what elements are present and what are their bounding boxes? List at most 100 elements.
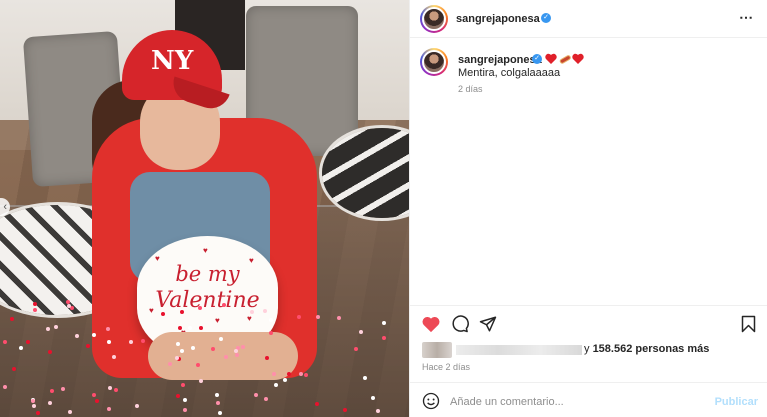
publish-button[interactable]: Publicar	[715, 396, 758, 408]
confetti-piece	[75, 334, 79, 338]
cake-heart-decoration: ♥	[203, 246, 208, 255]
confetti-piece	[359, 330, 363, 334]
confetti-piece	[241, 345, 245, 349]
confetti-piece	[337, 316, 341, 320]
likes-suffix: personas más	[635, 343, 710, 355]
caption-username[interactable]: sangrejaponesa	[458, 54, 542, 66]
author-username[interactable]: sangrejaponesa	[456, 13, 540, 25]
confetti-piece	[219, 337, 223, 341]
comment-input[interactable]	[450, 396, 710, 408]
confetti-piece	[67, 304, 71, 308]
confetti-piece	[3, 385, 7, 389]
confetti-piece	[272, 372, 276, 376]
confetti-piece	[382, 321, 386, 325]
cake-text-line1: be my	[175, 262, 240, 286]
confetti-piece	[176, 394, 180, 398]
confetti-piece	[66, 300, 70, 304]
confetti-piece	[33, 302, 37, 306]
confetti-piece	[168, 362, 172, 366]
confetti-piece	[269, 331, 273, 335]
confetti-piece	[218, 411, 222, 415]
emoji-picker-icon[interactable]	[422, 392, 440, 410]
save-bookmark-icon[interactable]	[741, 315, 756, 333]
confetti-piece	[31, 399, 35, 403]
likes-prefix: y	[584, 343, 590, 355]
confetti-piece	[26, 340, 30, 344]
confetti-piece	[129, 340, 133, 344]
cake-heart-decoration: ♥	[155, 254, 160, 263]
confetti-piece	[95, 399, 99, 403]
confetti-piece	[283, 378, 287, 382]
confetti-piece	[3, 340, 7, 344]
confetti-piece	[141, 339, 145, 343]
confetti-piece	[196, 363, 200, 367]
post-photo[interactable]: NY be my Valentine ♥ ♥ ♥ ♥ ♥ ♥ ♥ ‹	[0, 0, 409, 417]
confetti-piece	[32, 404, 36, 408]
liker-name-blurred	[456, 345, 582, 355]
confetti-piece	[287, 372, 291, 376]
confetti-piece	[274, 383, 278, 387]
more-options-icon[interactable]: ⋯	[739, 9, 754, 26]
confetti-piece	[191, 346, 195, 350]
confetti-piece	[216, 401, 220, 405]
confetti-piece	[198, 306, 202, 310]
confetti-piece	[354, 347, 358, 351]
cake-heart-decoration: ♥	[249, 256, 254, 265]
share-icon[interactable]	[479, 315, 497, 333]
confetti-piece	[175, 356, 179, 360]
verified-badge-icon: ✓	[532, 54, 542, 64]
confetti-piece	[12, 367, 16, 371]
confetti-piece	[224, 355, 228, 359]
confetti-piece	[180, 349, 184, 353]
liker-avatar-blurred	[422, 342, 452, 358]
post-timestamp[interactable]: Hace 2 días	[422, 362, 470, 372]
confetti-piece	[215, 393, 219, 397]
confetti-piece	[299, 372, 303, 376]
cake-text-line2: Valentine	[155, 288, 260, 313]
author-avatar[interactable]	[420, 5, 448, 33]
confetti-piece	[10, 317, 14, 321]
caption-author-avatar[interactable]	[420, 48, 448, 76]
confetti-piece	[36, 411, 40, 415]
confetti-piece	[343, 408, 347, 412]
caption-text: Mentira, colgalaaaaa	[458, 67, 561, 79]
confetti-piece	[92, 393, 96, 397]
confetti-piece	[33, 308, 37, 312]
confetti-piece	[188, 326, 192, 330]
confetti-piece	[176, 342, 180, 346]
confetti-piece	[107, 340, 111, 344]
cake-heart-decoration: ♥	[247, 314, 252, 323]
cap-logo: NY	[151, 46, 194, 76]
caption-emojis	[545, 53, 584, 64]
confetti-piece	[264, 397, 268, 401]
confetti-piece	[112, 355, 116, 359]
confetti-piece	[254, 393, 258, 397]
confetti-piece	[19, 346, 23, 350]
confetti-piece	[135, 404, 139, 408]
confetti-piece	[376, 409, 380, 413]
confetti-piece	[269, 318, 273, 322]
heart-emoji-icon	[572, 53, 584, 64]
confetti-piece	[50, 389, 54, 393]
confetti-piece	[68, 410, 72, 414]
confetti-piece	[183, 408, 187, 412]
confetti-piece	[265, 356, 269, 360]
confetti-piece	[211, 347, 215, 351]
confetti-piece	[382, 336, 386, 340]
likes-count: 158.562	[592, 343, 633, 355]
confetti-piece	[316, 315, 320, 319]
confetti-piece	[92, 333, 96, 337]
like-heart-icon[interactable]	[421, 315, 441, 333]
caption-time: 2 días	[458, 84, 483, 94]
likes-count-text[interactable]: y 158.562 personas más	[584, 343, 709, 355]
confetti-piece	[263, 309, 267, 313]
confetti-piece	[48, 401, 52, 405]
cake-heart-decoration: ♥	[149, 306, 154, 315]
hotdog-emoji-icon	[559, 55, 571, 64]
confetti-piece	[363, 376, 367, 380]
confetti-piece	[106, 327, 110, 331]
confetti-piece	[199, 379, 203, 383]
confetti-piece	[371, 396, 375, 400]
comment-icon[interactable]	[451, 315, 469, 333]
confetti-piece	[180, 310, 184, 314]
